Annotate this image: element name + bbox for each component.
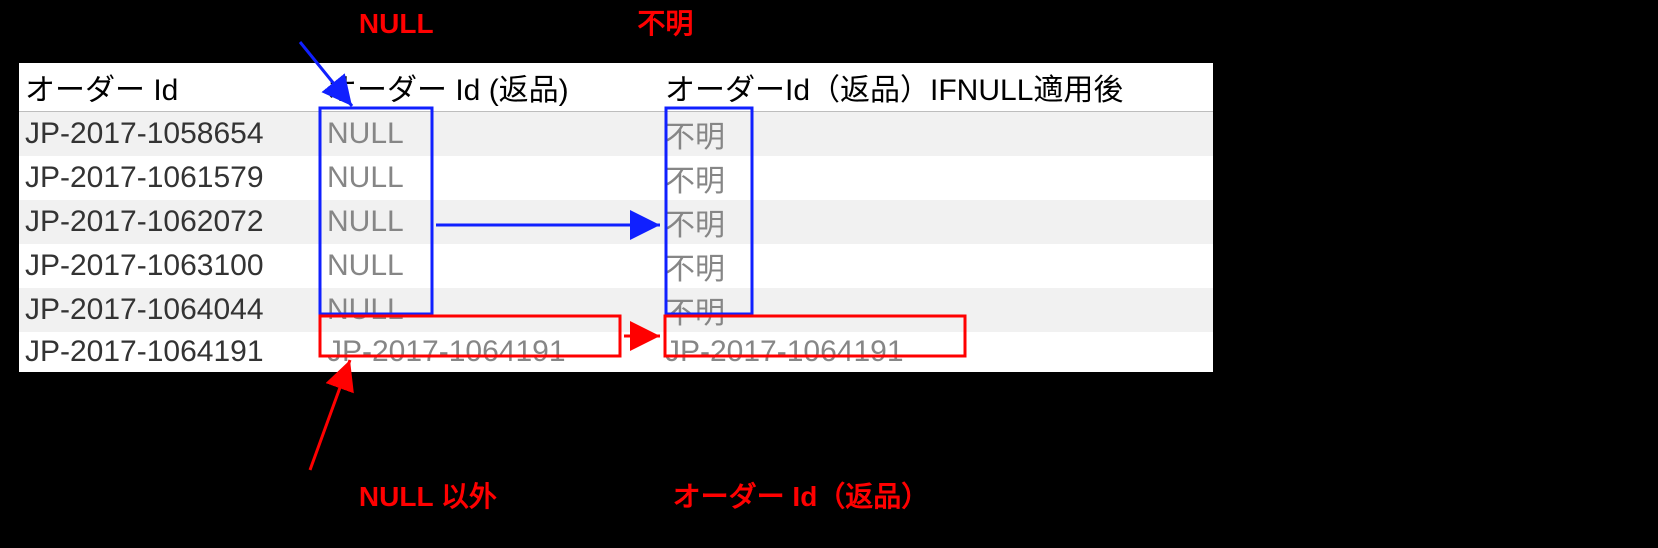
table-row: JP-2017-1064044 NULL 不明: [19, 288, 1213, 332]
caption-top-mid: のレコードは、: [434, 8, 638, 39]
caption-bottom-post: の値が表示されます。: [929, 481, 1206, 512]
caption-bottom-hl-nullother: NULL 以外: [359, 481, 497, 512]
table-row: JP-2017-1064191 JP-2017-1064191 JP-2017-…: [19, 332, 1213, 372]
cell-return: NULL: [321, 288, 659, 332]
caption-bottom-mid: のレコードは: [497, 481, 673, 512]
cell-return: JP-2017-1064191: [321, 332, 659, 372]
caption-top-post: が表示されます。: [693, 8, 922, 39]
cell-order-id: JP-2017-1062072: [19, 200, 321, 244]
cell-order-id: JP-2017-1058654: [19, 112, 321, 157]
table-row: JP-2017-1063100 NULL 不明: [19, 244, 1213, 288]
header-order-id-return: オーダー Id (返品): [321, 63, 659, 112]
cell-order-id: JP-2017-1064191: [19, 332, 321, 372]
header-order-id: オーダー Id: [19, 63, 321, 112]
cell-ifnull: 不明: [659, 156, 1213, 200]
cell-order-id: JP-2017-1063100: [19, 244, 321, 288]
caption-top: ・オーダー Id（返品）が NULL のレコードは、不明 が表示されます。: [40, 2, 922, 42]
table-row: JP-2017-1058654 NULL 不明: [19, 112, 1213, 157]
table-row: JP-2017-1062072 NULL 不明: [19, 200, 1213, 244]
caption-bottom: ・オーダー Id（返品）が NULL 以外のレコードは オーダー Id（返品）の…: [40, 475, 1207, 515]
cell-ifnull: 不明: [659, 200, 1213, 244]
cell-order-id: JP-2017-1061579: [19, 156, 321, 200]
cell-ifnull: JP-2017-1064191: [659, 332, 1213, 372]
caption-top-hl-fumei: 不明: [637, 8, 693, 39]
header-order-id-ifnull: オーダーId（返品）IFNULL適用後: [659, 63, 1213, 112]
cell-order-id: JP-2017-1064044: [19, 288, 321, 332]
cell-ifnull: 不明: [659, 112, 1213, 157]
comparison-table: オーダー Id オーダー Id (返品) オーダーId（返品）IFNULL適用後…: [18, 62, 1214, 373]
cell-return: NULL: [321, 112, 659, 157]
cell-return: NULL: [321, 200, 659, 244]
cell-return: NULL: [321, 244, 659, 288]
caption-top-pre: ・オーダー Id（返品）が: [40, 8, 359, 39]
table-row: JP-2017-1061579 NULL 不明: [19, 156, 1213, 200]
caption-bottom-pre: ・オーダー Id（返品）が: [40, 481, 359, 512]
caption-bottom-hl-orderid: オーダー Id（返品）: [673, 481, 930, 512]
red-arrow-up-icon: [310, 360, 350, 470]
cell-return: NULL: [321, 156, 659, 200]
cell-ifnull: 不明: [659, 244, 1213, 288]
cell-ifnull: 不明: [659, 288, 1213, 332]
caption-top-hl-null: NULL: [359, 8, 434, 39]
